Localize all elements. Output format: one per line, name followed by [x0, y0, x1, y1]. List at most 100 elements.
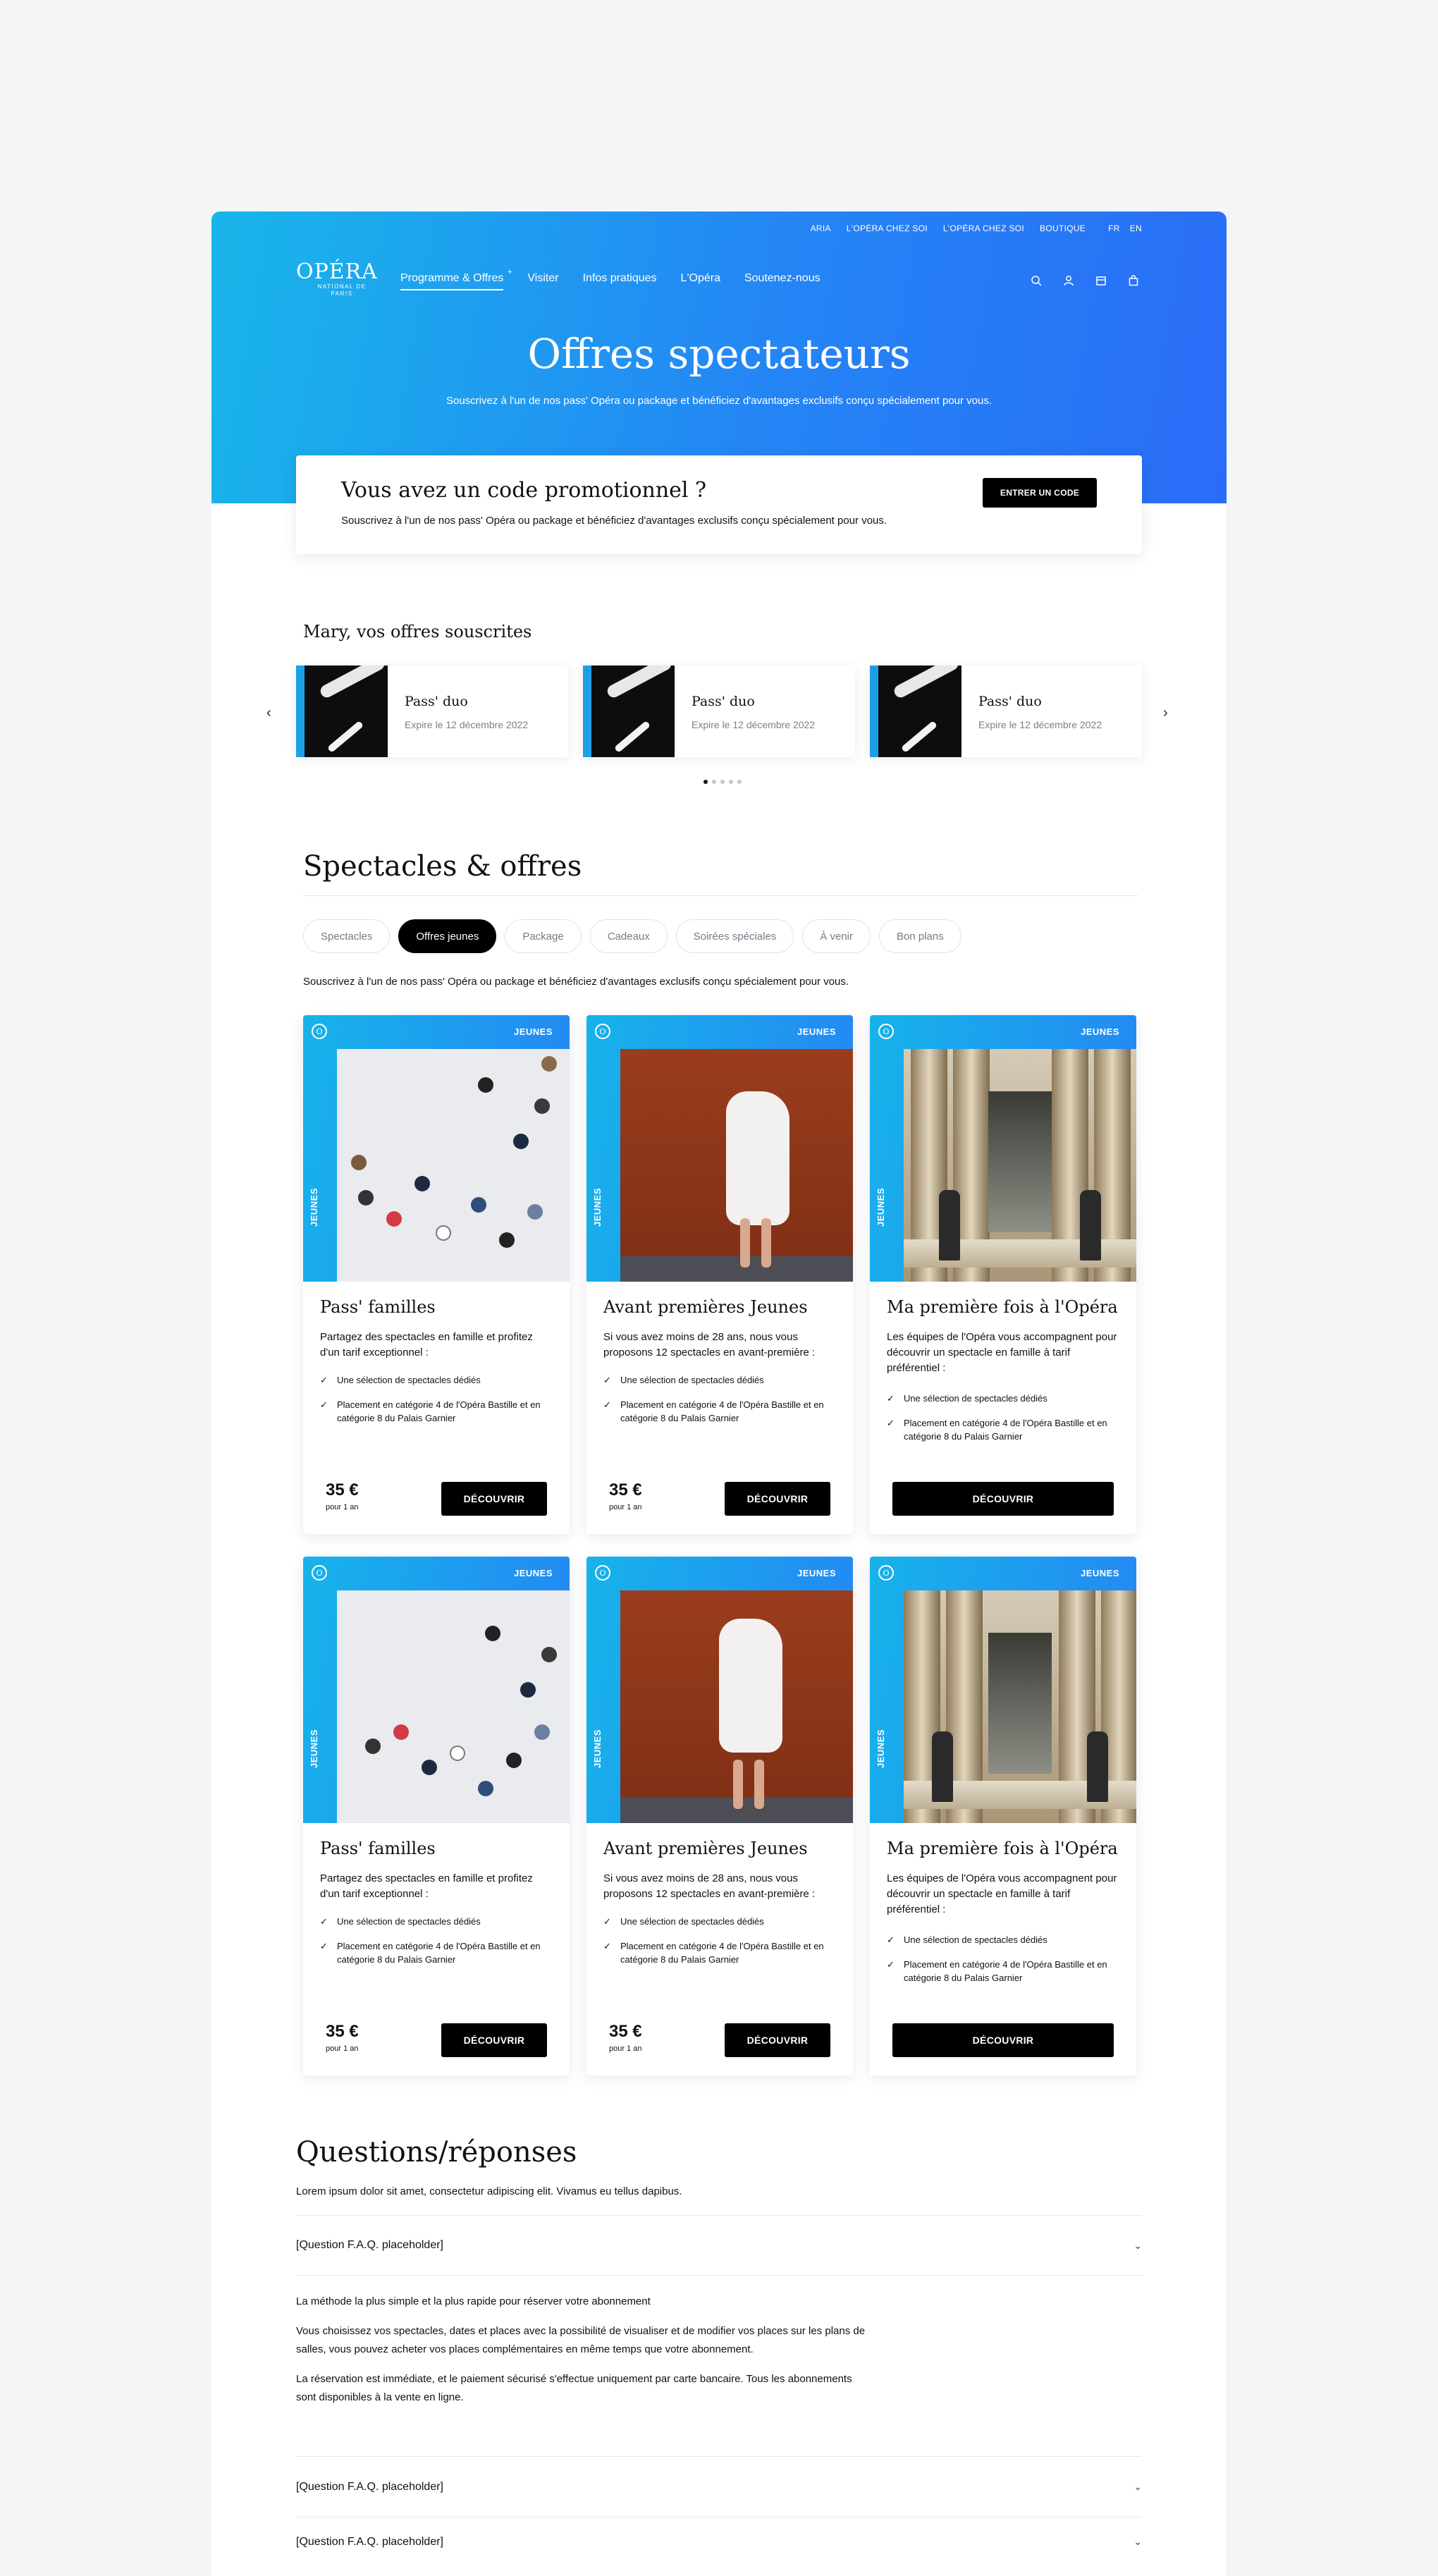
- nav-soutenez-nous[interactable]: Soutenez-nous: [744, 272, 821, 290]
- bag-icon[interactable]: [1125, 272, 1142, 289]
- offer-tabs: Spectacles Offres jeunes Package Cadeaux…: [303, 919, 961, 953]
- user-icon[interactable]: [1060, 272, 1077, 289]
- card-price: 35 €: [609, 2022, 642, 2041]
- util-link-opera-chez-soi[interactable]: L'OPÉRA CHEZ SOI: [847, 223, 928, 233]
- tab-spectacles[interactable]: Spectacles: [303, 919, 391, 953]
- tab-package[interactable]: Package: [505, 919, 582, 953]
- subscription-name: Pass' duo: [978, 694, 1042, 709]
- feature-item: Placement en catégorie 4 de l'Opéra Bast…: [320, 1939, 553, 1966]
- nav-infos-pratiques[interactable]: Infos pratiques: [583, 272, 657, 290]
- subscription-thumbnail: [296, 666, 388, 757]
- card-price-period: pour 1 an: [326, 1503, 359, 1511]
- card-intro: Les équipes de l'Opéra vous accompagnent…: [887, 1872, 1117, 1915]
- header-icons: [1028, 272, 1142, 289]
- card-intro: Partagez des spectacles en famille et pr…: [320, 1872, 533, 1900]
- subscription-thumbnail: [870, 666, 961, 757]
- nav-programme-offres[interactable]: Programme & Offres: [400, 268, 512, 290]
- discover-button[interactable]: DÉCOUVRIR: [892, 2023, 1114, 2057]
- card-features: Une sélection de spectacles dédiés Place…: [603, 1373, 836, 1436]
- discover-button[interactable]: DÉCOUVRIR: [725, 1482, 830, 1516]
- faq-title: Questions/réponses: [296, 2136, 577, 2169]
- carousel-prev-button[interactable]: ‹: [266, 705, 271, 721]
- faq-question-text: [Question F.A.Q. placeholder]: [296, 2239, 443, 2251]
- card-vertical-tag: JEUNES: [875, 1729, 886, 1768]
- carousel-pagination: [703, 780, 742, 784]
- carousel-next-button[interactable]: ›: [1163, 705, 1168, 721]
- opera-mark-icon: O: [595, 1024, 610, 1039]
- main-nav: Programme & Offres Visiter Infos pratiqu…: [400, 268, 821, 290]
- card-vertical-tag: JEUNES: [875, 1187, 886, 1227]
- util-link-opera-chez-soi-2[interactable]: L'OPÉRA CHEZ SOI: [943, 223, 1024, 233]
- carousel-dot[interactable]: [712, 780, 716, 784]
- offer-card: O JEUNES JEUNES Ma première fois à l'Opé…: [870, 1557, 1136, 2075]
- opera-logo[interactable]: OPÉRA NATIONAL DE PARIS: [296, 261, 377, 298]
- subscription-card[interactable]: Pass' duo Expire le 12 décembre 2022: [296, 666, 568, 757]
- chevron-down-icon: ⌄: [1133, 2536, 1142, 2547]
- promo-code-box: Vous avez un code promotionnel ? Souscri…: [296, 455, 1142, 554]
- opera-mark-icon: O: [312, 1024, 327, 1039]
- faq-question-text: [Question F.A.Q. placeholder]: [296, 2535, 443, 2548]
- carousel-dot[interactable]: [720, 780, 725, 784]
- subscription-card[interactable]: Pass' duo Expire le 12 décembre 2022: [583, 666, 855, 757]
- nav-visiter[interactable]: Visiter: [527, 272, 558, 290]
- card-tag: JEUNES: [797, 1026, 836, 1037]
- calendar-icon[interactable]: [1093, 272, 1110, 289]
- card-features: Une sélection de spectacles dédiés Place…: [887, 1392, 1119, 1454]
- faq-question[interactable]: [Question F.A.Q. placeholder] ⌄: [296, 2456, 1142, 2517]
- card-features: Une sélection de spectacles dédiés Place…: [887, 1933, 1119, 1996]
- tab-a-venir[interactable]: À venir: [802, 919, 871, 953]
- faq-answer-paragraph: La réservation est immédiate, et le paie…: [296, 2373, 852, 2403]
- card-title: Pass' familles: [320, 1839, 436, 1858]
- discover-button[interactable]: DÉCOUVRIR: [892, 1482, 1114, 1516]
- tab-cadeaux[interactable]: Cadeaux: [589, 919, 668, 953]
- feature-item: Une sélection de spectacles dédiés: [603, 1915, 836, 1928]
- util-link-boutique[interactable]: BOUTIQUE: [1040, 223, 1086, 233]
- faq-question[interactable]: [Question F.A.Q. placeholder] ⌄: [296, 2215, 1142, 2276]
- subscription-thumbnail: [583, 666, 675, 757]
- card-image: [620, 1049, 853, 1282]
- card-tag: JEUNES: [513, 1568, 553, 1578]
- card-tag: JEUNES: [1080, 1026, 1119, 1037]
- subscription-name: Pass' duo: [405, 694, 468, 709]
- feature-item: Placement en catégorie 4 de l'Opéra Bast…: [320, 1398, 553, 1425]
- carousel-dot[interactable]: [729, 780, 733, 784]
- card-intro: Si vous avez moins de 28 ans, nous vous …: [603, 1331, 816, 1358]
- discover-button[interactable]: DÉCOUVRIR: [441, 1482, 547, 1516]
- search-icon[interactable]: [1028, 272, 1045, 289]
- card-price: 35 €: [326, 1480, 359, 1499]
- lang-en[interactable]: EN: [1130, 223, 1142, 233]
- card-title: Pass' familles: [320, 1297, 436, 1317]
- carousel-dot[interactable]: [737, 780, 742, 784]
- subscription-card[interactable]: Pass' duo Expire le 12 décembre 2022: [870, 666, 1142, 757]
- card-price-period: pour 1 an: [609, 1503, 642, 1511]
- offer-card: O JEUNES JEUNES Pass' familles Partagez …: [303, 1015, 570, 1534]
- feature-item: Placement en catégorie 4 de l'Opéra Bast…: [887, 1416, 1119, 1443]
- nav-l-opera[interactable]: L'Opéra: [681, 272, 720, 290]
- card-intro: Si vous avez moins de 28 ans, nous vous …: [603, 1872, 816, 1900]
- card-title: Avant premières Jeunes: [603, 1839, 808, 1858]
- feature-item: Une sélection de spectacles dédiés: [887, 1933, 1119, 1946]
- carousel-dot[interactable]: [703, 780, 708, 784]
- lang-fr[interactable]: FR: [1108, 223, 1120, 233]
- card-tag: JEUNES: [513, 1026, 553, 1037]
- card-vertical-tag: JEUNES: [592, 1729, 603, 1768]
- card-price: 35 €: [326, 2022, 359, 2041]
- card-title: Avant premières Jeunes: [603, 1297, 808, 1317]
- subscription-expiry: Expire le 12 décembre 2022: [978, 719, 1102, 730]
- tab-soirees-speciales[interactable]: Soirées spéciales: [675, 919, 794, 953]
- tab-bon-plans[interactable]: Bon plans: [879, 919, 961, 953]
- opera-mark-icon: O: [878, 1024, 894, 1039]
- util-link-aria[interactable]: ARIA: [811, 223, 831, 233]
- discover-button[interactable]: DÉCOUVRIR: [441, 2023, 547, 2057]
- tab-offres-jeunes[interactable]: Offres jeunes: [398, 919, 497, 953]
- feature-item: Une sélection de spectacles dédiés: [320, 1915, 553, 1928]
- subscription-expiry: Expire le 12 décembre 2022: [692, 719, 816, 730]
- faq-question[interactable]: [Question F.A.Q. placeholder] ⌄: [296, 2517, 1142, 2566]
- language-switcher: FR EN: [1108, 223, 1142, 233]
- faq-question-text: [Question F.A.Q. placeholder]: [296, 2480, 443, 2493]
- discover-button[interactable]: DÉCOUVRIR: [725, 2023, 830, 2057]
- feature-item: Une sélection de spectacles dédiés: [887, 1392, 1119, 1405]
- feature-item: Placement en catégorie 4 de l'Opéra Bast…: [603, 1398, 836, 1425]
- faq-answer-paragraph: Vous choisissez vos spectacles, dates et…: [296, 2325, 866, 2355]
- enter-code-button[interactable]: ENTRER UN CODE: [983, 478, 1097, 508]
